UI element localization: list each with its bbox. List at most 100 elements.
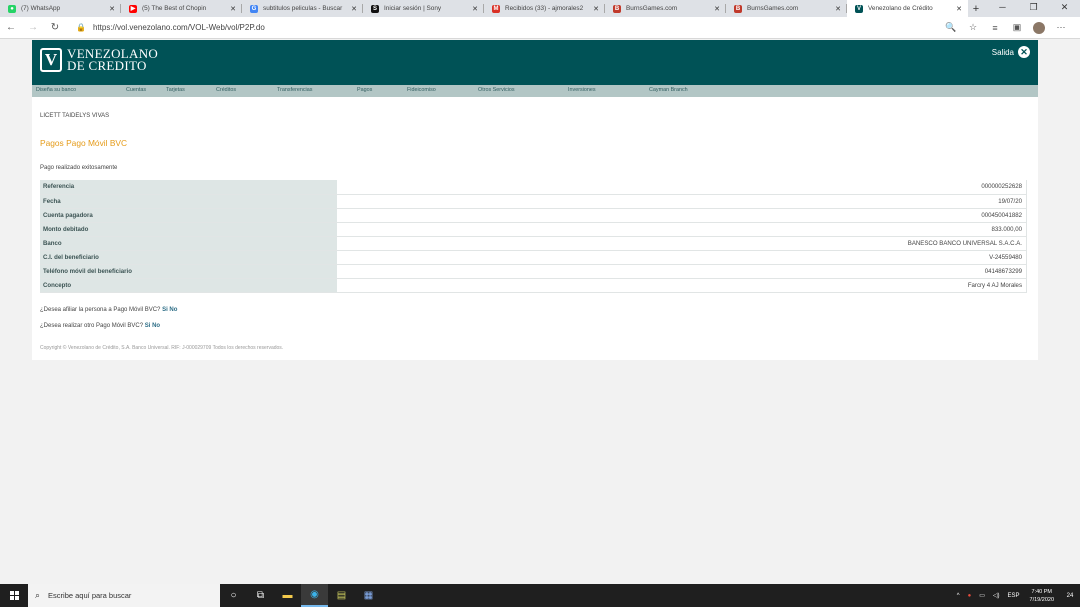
clock-date: 7/19/2020 [1029,596,1054,603]
tab-title: Venezolano de Crédito [868,5,933,12]
tab-close-icon[interactable]: ✕ [592,5,600,13]
logo-line-2: DE CREDITO [67,58,147,73]
tab-title: (7) WhatsApp [21,5,61,12]
volume-icon[interactable]: ◁) [993,592,1000,599]
browser-tab[interactable]: S Iniciar sesión | Sony ✕ [363,0,484,17]
menu-item-disena[interactable]: Diseña su banco [36,87,76,93]
another-payment-no-link[interactable]: No [152,323,160,329]
refresh-icon[interactable]: ↻ [44,22,66,33]
file-explorer-icon[interactable]: ▬ [274,584,301,607]
start-button[interactable] [0,584,28,607]
favorites-list-icon[interactable]: ≡ [984,23,1006,33]
browser-tab[interactable]: ● (7) WhatsApp ✕ [0,0,121,17]
window-controls: ─ ❐ ✕ [987,0,1080,17]
menu-item-cuentas[interactable]: Cuentas [126,87,146,93]
url-field[interactable]: 🔒 https://vol.venezolano.com/VOL-Web/vol… [76,23,940,32]
cortana-icon[interactable]: ○ [220,584,247,607]
more-menu-icon[interactable]: ⋯ [1050,22,1072,33]
browser-tabstrip: ● (7) WhatsApp ✕ ▶ (5) The Best of Chopin ✕ Gs… [0,0,1080,17]
menu-item-cayman-branch[interactable]: Cayman Branch [649,87,688,93]
row-label: Monto debitado [40,222,337,237]
browser-tab[interactable]: Gsubtitulos peliculas - Buscar ✕ [242,0,363,17]
affiliate-question-text: ¿Desea afiliar la persona a Pago Móvil B… [40,307,161,313]
tab-title: Iniciar sesión | Sony [384,5,442,12]
table-row: Teléfono móvil del beneficiario 041486732… [40,264,1027,279]
another-payment-question: ¿Desea realizar otro Pago Móvil BVC? Si … [40,323,160,329]
tab-close-icon[interactable]: ✕ [713,5,721,13]
favorite-star-icon[interactable]: ☆ [962,22,984,33]
clock[interactable]: 7:40 PM 7/19/2020 [1030,588,1054,604]
lock-icon: 🔒 [76,23,86,32]
tab-close-icon[interactable]: ✕ [955,5,963,13]
show-hidden-icons[interactable]: ^ [957,593,960,599]
forward-icon[interactable]: → [22,22,44,33]
payment-details-table: Referencia 000000252628 Fecha 19/07/20 Cue… [40,180,1027,293]
tab-close-icon[interactable]: ✕ [229,5,237,13]
zoom-icon[interactable]: 🔍 [940,22,962,33]
affiliate-no-link[interactable]: No [169,307,177,313]
tab-close-icon[interactable]: ✕ [834,5,842,13]
affiliate-yes-link[interactable]: Si [162,307,168,313]
tab-favicon-icon: ▶ [129,4,137,13]
notification-count: 24 [1066,592,1074,599]
notification-center-icon[interactable]: 24 [1060,584,1080,607]
menu-item-otros-servicios[interactable]: Otros Servicios [478,87,515,93]
collections-icon[interactable]: ▣ [1006,22,1028,33]
row-label: Fecha [40,194,337,209]
row-label: C.I. del beneficiario [40,250,337,265]
browser-tab[interactable]: M Recibidos (33) - ajmorales2 ✕ [484,0,605,17]
affiliate-question: ¿Desea afiliar la persona a Pago Móvil B… [40,307,177,313]
minimize-icon[interactable]: ─ [987,0,1018,17]
toolbar-icons: 🔍 ☆ ≡ ▣ ⋯ [940,21,1072,34]
tab-favicon-icon: G [250,4,258,13]
browser-tab[interactable]: B BurnsGames.com ✕ [726,0,847,17]
tab-close-icon[interactable]: ✕ [350,5,358,13]
table-row: Fecha 19/07/20 [40,194,1027,209]
table-row: Monto debitado 833.000,00 [40,222,1027,237]
edge-browser-icon[interactable]: ◉ [301,584,328,607]
row-value: 000000252628 [337,180,1027,195]
exit-button[interactable]: Salida ✕ [992,46,1030,58]
taskbar-search-box[interactable]: ⌕ Escribe aquí para buscar [28,584,220,607]
menu-item-tarjetas[interactable]: Tarjetas [166,87,185,93]
system-tray: ^ ● ▭ ◁) ESP 7:40 PM 7/19/2020 24 [953,584,1080,607]
antivirus-icon[interactable]: ● [968,593,972,599]
browser-tab[interactable]: ▶ (5) The Best of Chopin ✕ [121,0,242,17]
restore-icon[interactable]: ❐ [1018,0,1049,17]
tab-favicon-icon: S [371,4,379,13]
close-window-icon[interactable]: ✕ [1049,0,1080,17]
row-value: 000450041882 [337,208,1027,223]
url-text: https://vol.venezolano.com/VOL-Web/vol/P… [92,23,265,32]
language-indicator[interactable]: ESP [1008,593,1020,599]
task-view-icon[interactable]: ⧉ [247,584,274,607]
browser-tab[interactable]: B BurnsGames.com ✕ [605,0,726,17]
browser-tab[interactable]: V Venezolano de Crédito ✕ [847,0,968,17]
bank-logo[interactable]: V VENEZOLANO DE CREDITO [40,47,158,73]
row-value: 04148673299 [337,264,1027,279]
user-name: LICETT TAIDELYS VIVAS [40,113,110,119]
row-value: V-24559480 [337,250,1027,265]
tab-close-icon[interactable]: ✕ [108,5,116,13]
row-value: 19/07/20 [337,194,1027,209]
app-icon[interactable]: ▤ [328,584,355,607]
logo-mark-icon: V [40,48,62,72]
new-tab-icon[interactable]: + [968,3,984,15]
menu-item-inversiones[interactable]: Inversiones [568,87,596,93]
row-value: Farcry 4 AJ Morales [337,278,1027,293]
back-icon[interactable]: ← [0,22,22,33]
tab-close-icon[interactable]: ✕ [471,5,479,13]
calculator-icon[interactable]: ▦ [355,584,382,607]
windows-taskbar: ⌕ Escribe aquí para buscar ○ ⧉ ▬ ◉ ▤ ▦ ^… [0,584,1080,607]
tab-title: subtitulos peliculas - Buscar [263,5,343,12]
menu-item-transferencias[interactable]: Transferencias [277,87,312,93]
profile-avatar[interactable] [1033,21,1045,34]
menu-item-creditos[interactable]: Créditos [216,87,236,93]
tab-favicon-icon: ● [8,4,16,13]
tab-favicon-icon: V [855,4,863,13]
another-payment-yes-link[interactable]: Si [145,323,151,329]
network-icon[interactable]: ▭ [979,592,985,599]
menu-item-pagos[interactable]: Pagos [357,87,372,93]
table-row: Banco BANESCO BANCO UNIVERSAL S.A.C.A. [40,236,1027,251]
menu-item-fideicomiso[interactable]: Fideicomiso [407,87,436,93]
another-payment-question-text: ¿Desea realizar otro Pago Móvil BVC? [40,323,144,329]
